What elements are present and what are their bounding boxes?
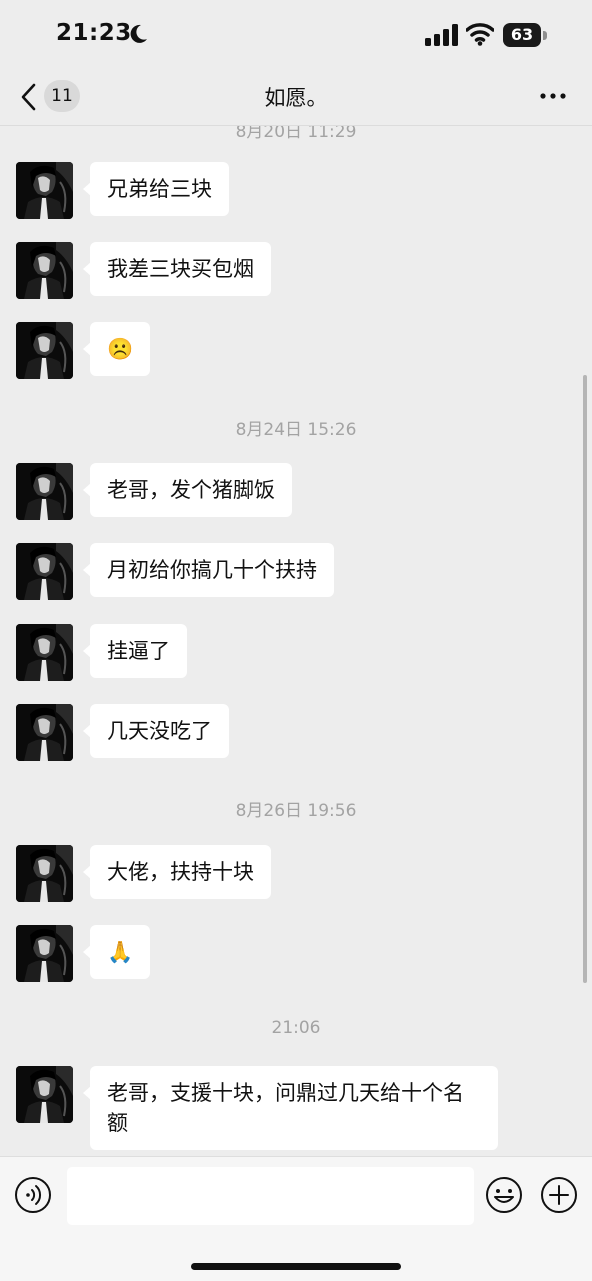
avatar[interactable]	[16, 463, 73, 520]
battery-level: 63	[510, 25, 534, 44]
message-bubble[interactable]: 🙏	[82, 925, 151, 979]
message-bubble[interactable]: ☹️	[82, 322, 151, 376]
message-bubble[interactable]: 兄弟给三块	[83, 162, 229, 216]
avatar[interactable]	[16, 925, 73, 982]
avatar[interactable]	[16, 242, 73, 299]
timestamp: 8月20日 11:29	[235, 126, 357, 142]
plus-icon[interactable]	[540, 1176, 578, 1214]
message-bubble[interactable]: 我差三块买包烟	[83, 242, 271, 296]
timestamp: 8月26日 19:56	[235, 801, 357, 821]
message-bubble[interactable]: 月初给你搞几十个扶持	[83, 543, 334, 597]
message-bubble[interactable]: 老哥，支援十块，问鼎过几天给十个名额	[83, 1066, 498, 1150]
battery-icon: 63	[503, 23, 547, 47]
home-indicator	[191, 1263, 401, 1270]
avatar[interactable]	[16, 162, 73, 219]
moon-icon	[130, 24, 147, 43]
input-bar	[0, 1156, 592, 1281]
voice-icon[interactable]	[14, 1176, 52, 1214]
message-bubble[interactable]: 几天没吃了	[83, 704, 229, 758]
message-bubble[interactable]: 大佬，扶持十块	[83, 845, 271, 899]
status-bar: 21:23 63	[0, 0, 592, 70]
message-bubble[interactable]: 挂逼了	[83, 624, 187, 678]
status-time: 21:23	[56, 20, 132, 46]
avatar[interactable]	[16, 845, 73, 902]
avatar[interactable]	[16, 543, 73, 600]
message-list[interactable]: 8月20日 11:29 8月24日 15:26 8月26日 19:56 21:0…	[0, 126, 592, 1156]
wifi-icon	[466, 23, 494, 46]
avatar[interactable]	[16, 322, 73, 379]
message-bubble[interactable]: 老哥，发个猪脚饭	[83, 463, 292, 517]
cellular-signal-icon	[425, 24, 458, 46]
avatar[interactable]	[16, 704, 73, 761]
avatar[interactable]	[16, 1066, 73, 1123]
timestamp: 21:06	[271, 1018, 321, 1038]
more-dots-icon[interactable]	[538, 86, 568, 106]
message-input[interactable]	[67, 1167, 474, 1225]
emoji-icon[interactable]	[485, 1176, 523, 1214]
timestamp: 8月24日 15:26	[235, 420, 357, 440]
chat-header: 11 如愿。	[0, 70, 592, 126]
scrollbar[interactable]	[583, 375, 587, 983]
chat-title: 如愿。	[264, 86, 328, 110]
avatar[interactable]	[16, 624, 73, 681]
